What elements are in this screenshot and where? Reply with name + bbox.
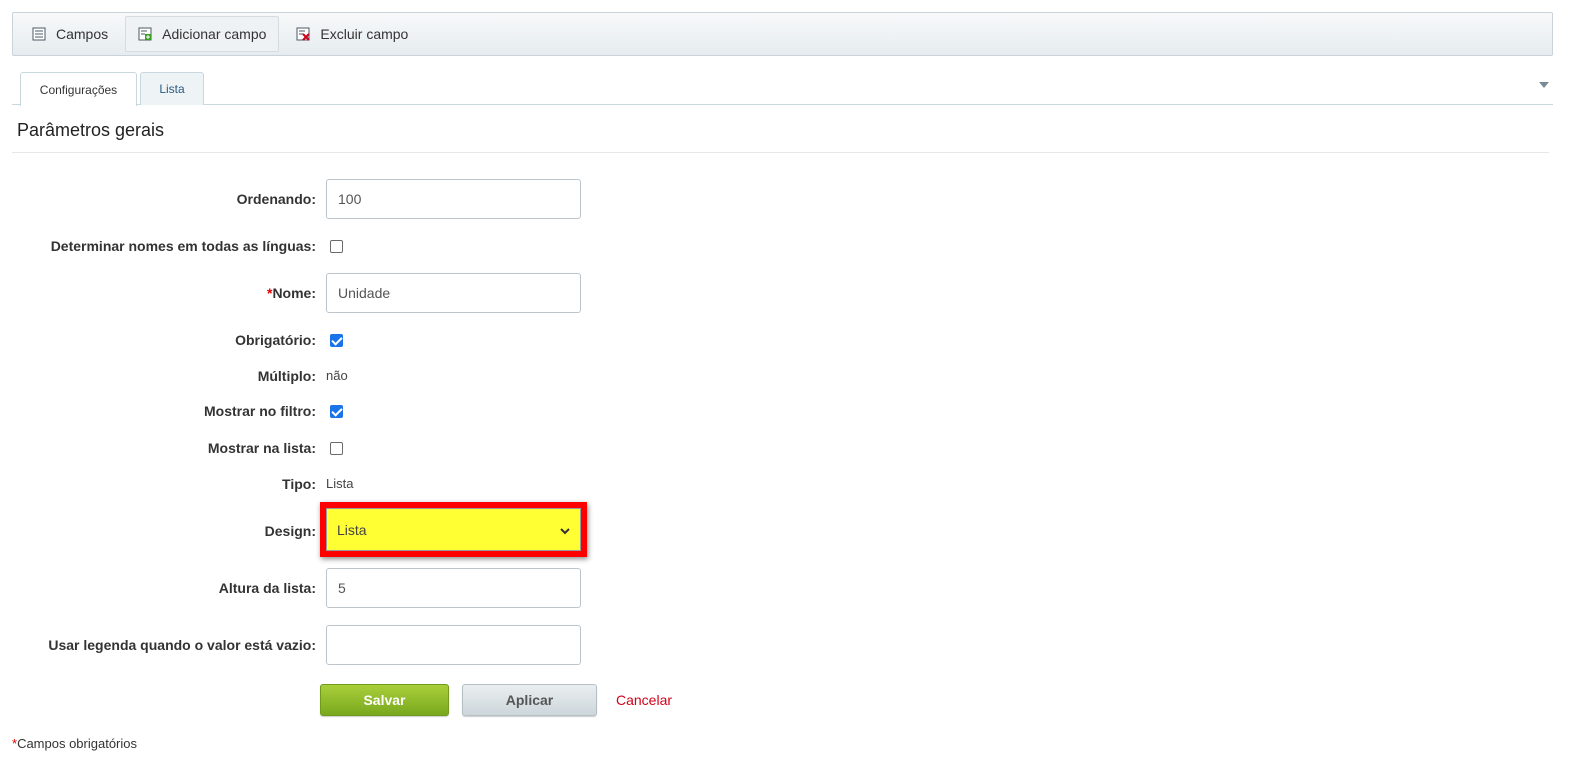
- delete-field-button[interactable]: Excluir campo: [283, 16, 421, 52]
- mostrar-filtro-label: Mostrar no filtro:: [204, 403, 316, 419]
- obrigatorio-checkbox[interactable]: [330, 333, 343, 347]
- row-obrigatorio: Obrigatório:: [0, 332, 900, 348]
- row-tipo: Tipo: Lista: [0, 476, 900, 492]
- ordenando-label: Ordenando:: [236, 191, 316, 207]
- design-label: Design:: [264, 523, 316, 539]
- ordenando-input[interactable]: [326, 179, 581, 219]
- row-multiplo: Múltiplo: não: [0, 368, 900, 384]
- obrigatorio-label: Obrigatório:: [235, 332, 316, 348]
- delete-field-button-label: Excluir campo: [320, 26, 409, 42]
- tipo-value: Lista: [326, 476, 354, 491]
- list-icon: [32, 27, 46, 41]
- determinar-label: Determinar nomes em todas as línguas:: [50, 238, 316, 254]
- altura-label: Altura da lista:: [218, 580, 316, 596]
- row-ordenando: Ordenando:: [0, 179, 900, 219]
- toolbar: Campos Adicionar campo Excluir campo: [12, 12, 1553, 56]
- required-fields-text: Campos obrigatórios: [17, 736, 138, 751]
- mostrar-filtro-checkbox[interactable]: [330, 404, 343, 418]
- save-button[interactable]: Salvar: [320, 684, 449, 716]
- mostrar-lista-label: Mostrar na lista:: [207, 440, 316, 456]
- tipo-label: Tipo:: [282, 476, 316, 492]
- row-determinar: Determinar nomes em todas as línguas:: [0, 238, 900, 254]
- nome-label: Nome:: [272, 285, 316, 301]
- multiplo-value: não: [326, 368, 348, 383]
- multiplo-label: Múltiplo:: [257, 368, 316, 384]
- delete-field-icon: [296, 27, 311, 41]
- altura-input[interactable]: [326, 568, 581, 608]
- divider: [12, 152, 1549, 153]
- legenda-label: Usar legenda quando o valor está vazio:: [48, 637, 316, 653]
- nome-label-wrap: *Nome:: [0, 285, 316, 301]
- cancel-link[interactable]: Cancelar: [616, 684, 672, 716]
- design-select-value: Lista: [337, 521, 367, 538]
- row-mostrar-lista: Mostrar na lista:: [0, 440, 900, 456]
- row-legenda: Usar legenda quando o valor está vazio:: [0, 625, 900, 665]
- chevron-down-icon: [560, 522, 570, 538]
- nome-input[interactable]: [326, 273, 581, 313]
- fields-button[interactable]: Campos: [19, 16, 121, 52]
- fields-button-label: Campos: [56, 26, 109, 42]
- chevron-down-icon[interactable]: [1539, 82, 1549, 88]
- add-field-button-label: Adicionar campo: [162, 26, 267, 42]
- add-field-icon: [138, 27, 152, 41]
- apply-button[interactable]: Aplicar: [462, 684, 597, 716]
- row-nome: *Nome:: [0, 273, 900, 313]
- add-field-button[interactable]: Adicionar campo: [125, 16, 280, 52]
- required-fields-note: *Campos obrigatórios: [12, 736, 137, 751]
- row-mostrar-filtro: Mostrar no filtro:: [0, 403, 900, 419]
- row-altura: Altura da lista:: [0, 568, 900, 608]
- tab-lista[interactable]: Lista: [140, 72, 204, 105]
- legenda-input[interactable]: [326, 625, 581, 665]
- tab-bar: Configurações Lista: [12, 72, 1553, 106]
- tab-configuracoes[interactable]: Configurações: [20, 72, 137, 106]
- determinar-checkbox[interactable]: [330, 239, 343, 253]
- section-title: Parâmetros gerais: [17, 120, 165, 140]
- design-select[interactable]: Lista: [326, 508, 581, 551]
- design-highlight: Lista: [320, 502, 587, 557]
- mostrar-lista-checkbox[interactable]: [330, 441, 343, 455]
